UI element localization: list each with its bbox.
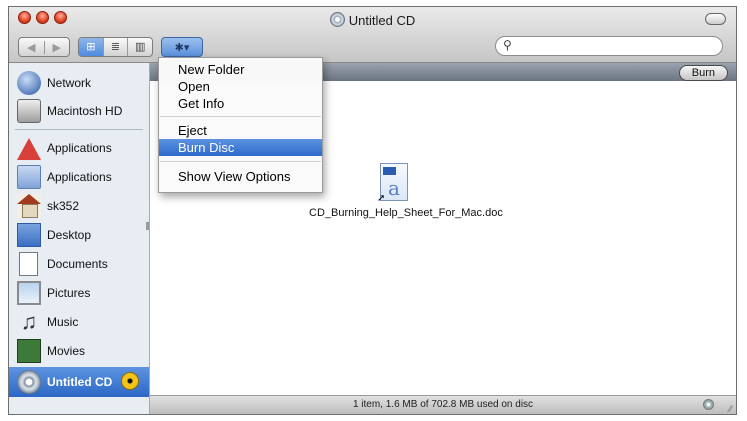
file-item[interactable]: a ➚ CD_Burning_Help_Sheet_For_Mac.doc	[309, 163, 503, 220]
sidebar-item-label: Documents	[47, 257, 108, 271]
status-bar: 1 item, 1.6 MB of 702.8 MB used on disc …	[150, 395, 736, 414]
sidebar-item-label: Pictures	[47, 286, 91, 300]
sidebar-resize-handle[interactable]	[146, 222, 149, 230]
word-document-icon: a ➚	[377, 163, 408, 204]
menu-item-get-info[interactable]: Get Info	[159, 95, 322, 112]
list-view-button[interactable]: ≣	[102, 38, 128, 56]
sidebar-item-documents[interactable]: Documents	[9, 250, 149, 278]
pictures-icon	[17, 281, 41, 305]
sidebar-item-label: Untitled CD	[47, 375, 113, 389]
sidebar-item-applications[interactable]: Applications	[9, 134, 149, 162]
back-button[interactable]: ◀	[19, 41, 44, 54]
home-icon	[17, 194, 41, 218]
movies-icon	[17, 339, 41, 363]
column-view-button[interactable]: ▥	[127, 38, 152, 56]
sidebar-divider	[15, 129, 143, 130]
menu-item-open[interactable]: Open	[159, 78, 322, 95]
menu-item-show-view-options[interactable]: Show View Options	[159, 168, 322, 185]
menu-item-new-folder[interactable]: New Folder	[159, 61, 322, 78]
alias-arrow-icon: ➚	[377, 193, 386, 204]
cd-icon	[329, 12, 345, 27]
back-forward-buttons: ◀ ▶	[18, 37, 70, 57]
menu-item-burn-disc[interactable]: Burn Disc	[159, 139, 322, 156]
sidebar-item-music[interactable]: ♫ Music	[9, 308, 149, 336]
sidebar-item-label: Music	[47, 315, 79, 329]
music-icon: ♫	[20, 309, 38, 334]
sidebar-item-label: sk352	[47, 199, 80, 213]
sidebar: Network Macintosh HD Applications Applic…	[9, 63, 150, 414]
sidebar-item-applications-folder[interactable]: Applications	[9, 163, 149, 191]
sidebar-item-movies[interactable]: Movies	[9, 337, 149, 365]
sidebar-item-label: Macintosh HD	[47, 104, 123, 118]
finder-window: Untitled CD ◀ ▶ ⊞ ≣ ▥ ✱▾ ⚲ Network Macin…	[8, 6, 737, 415]
burn-button[interactable]: Burn	[678, 65, 728, 81]
sidebar-item-pictures[interactable]: Pictures	[9, 279, 149, 307]
gear-icon: ✱▾	[174, 41, 190, 54]
cd-icon	[17, 370, 41, 394]
sidebar-item-label: Movies	[47, 344, 86, 358]
file-name: CD_Burning_Help_Sheet_For_Mac.doc	[309, 207, 503, 219]
sidebar-item-untitled-cd[interactable]: Untitled CD	[9, 367, 149, 397]
search-field[interactable]: ⚲	[495, 36, 723, 56]
forward-button[interactable]: ▶	[43, 40, 70, 54]
disc-status-icon	[703, 399, 714, 410]
sidebar-item-macintosh-hd[interactable]: Macintosh HD	[9, 97, 149, 125]
sidebar-item-network[interactable]: Network	[9, 69, 149, 97]
sidebar-item-label: Applications	[47, 141, 112, 155]
sidebar-item-home[interactable]: sk352	[9, 192, 149, 220]
icon-view-button[interactable]: ⊞	[79, 38, 103, 56]
view-mode-selector: ⊞ ≣ ▥	[78, 37, 153, 57]
sidebar-item-label: Network	[47, 76, 92, 90]
menu-separator	[160, 161, 321, 162]
desktop-icon	[17, 223, 41, 247]
folder-icon	[17, 165, 41, 189]
document-letter-icon: a	[388, 176, 400, 200]
word-badge-icon	[383, 167, 396, 175]
sidebar-item-label: Applications	[47, 170, 112, 184]
menu-separator	[160, 116, 321, 117]
sidebar-item-desktop[interactable]: Desktop	[9, 221, 149, 249]
action-menu: New Folder Open Get Info Eject Burn Disc…	[158, 57, 323, 193]
window-title: Untitled CD	[9, 12, 736, 28]
sidebar-item-label: Desktop	[47, 228, 92, 242]
action-gear-button[interactable]: ✱▾	[161, 37, 203, 57]
search-icon: ⚲	[503, 38, 512, 52]
burn-icon[interactable]	[121, 372, 139, 390]
toolbar-toggle-button[interactable]	[705, 13, 726, 25]
network-globe-icon	[17, 71, 41, 95]
toolbar: Untitled CD ◀ ▶ ⊞ ≣ ▥ ✱▾ ⚲	[9, 7, 736, 63]
status-text: 1 item, 1.6 MB of 702.8 MB used on disc	[352, 399, 534, 410]
applications-icon	[17, 137, 41, 160]
documents-icon	[19, 252, 38, 276]
hard-drive-icon	[17, 99, 41, 123]
resize-grip-icon[interactable]: ⁄⁄	[729, 401, 732, 414]
menu-item-eject[interactable]: Eject	[159, 122, 322, 139]
